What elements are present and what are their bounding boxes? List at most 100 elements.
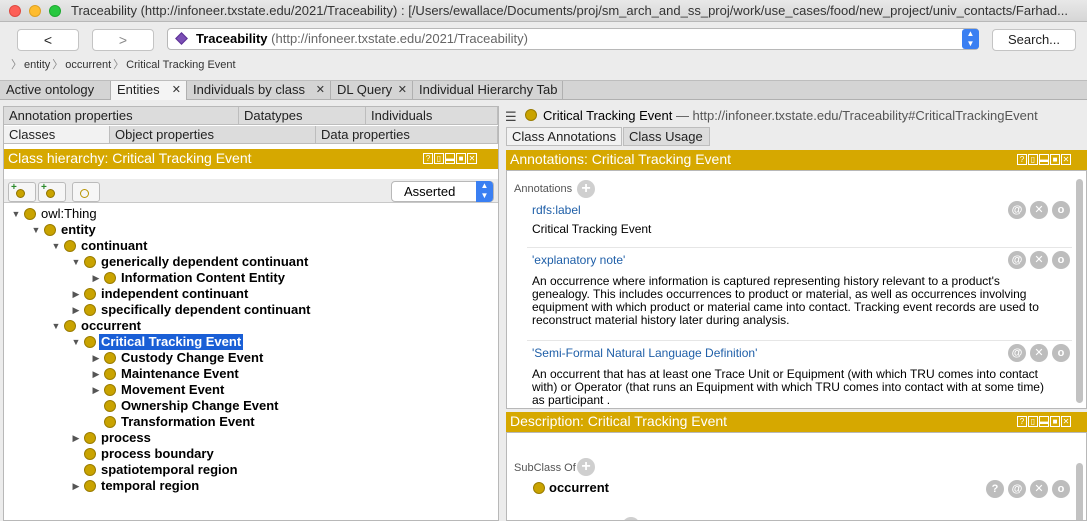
ontology-selector[interactable]: Traceability (http://infoneer.txstate.ed… xyxy=(167,28,979,50)
add-item-button[interactable]: + xyxy=(622,517,640,520)
annotate-icon[interactable]: @ xyxy=(1008,201,1026,219)
help-icon[interactable]: ? xyxy=(986,480,1004,498)
delete-icon[interactable]: ✕ xyxy=(1030,344,1048,362)
maximize-icon[interactable]: ■ xyxy=(1050,416,1060,427)
collapsed-triangle-icon[interactable]: ▶ xyxy=(90,350,102,366)
class-tree-node[interactable]: ▶ specifically dependent continuant xyxy=(70,302,490,318)
class-tree-node[interactable]: spatiotemporal region xyxy=(70,462,490,478)
subtab-data-properties[interactable]: Data properties xyxy=(316,126,498,144)
collapsed-triangle-icon[interactable]: ▶ xyxy=(70,430,82,446)
subtab-individuals[interactable]: Individuals xyxy=(366,107,498,125)
maximize-icon[interactable]: ■ xyxy=(1050,154,1060,165)
class-tree-node[interactable]: ▼ continuant xyxy=(50,238,490,254)
subtab-classes[interactable]: Classes xyxy=(4,126,110,144)
tab-class-annotations[interactable]: Class Annotations xyxy=(506,127,622,146)
edit-icon[interactable]: o xyxy=(1052,344,1070,362)
subtab-object-properties[interactable]: Object properties xyxy=(110,126,316,144)
breadcrumb-item[interactable]: entity xyxy=(24,59,50,71)
help-icon[interactable]: ? xyxy=(1017,416,1027,427)
collapsed-triangle-icon[interactable]: ▶ xyxy=(90,382,102,398)
close-view-icon[interactable]: ✕ xyxy=(467,153,477,164)
close-tab-icon[interactable]: ✕ xyxy=(172,81,181,99)
annotation-property[interactable]: rdfs:label xyxy=(532,203,581,217)
delete-icon[interactable]: ✕ xyxy=(1030,251,1048,269)
close-window-button[interactable] xyxy=(9,5,21,17)
annotation-property[interactable]: 'Semi-Formal Natural Language Definition… xyxy=(532,346,757,360)
collapsed-triangle-icon[interactable]: ▶ xyxy=(70,286,82,302)
class-tree-node[interactable]: ▼ generically dependent continuant xyxy=(70,254,490,270)
collapsed-triangle-icon[interactable]: ▶ xyxy=(70,302,82,318)
annotate-icon[interactable]: @ xyxy=(1008,251,1026,269)
collapsed-triangle-icon[interactable]: ▶ xyxy=(90,366,102,382)
subtab-annotation-properties[interactable]: Annotation properties xyxy=(4,107,239,125)
zoom-window-button[interactable] xyxy=(49,5,61,17)
minimize-icon[interactable]: ▬ xyxy=(1039,416,1049,427)
close-tab-icon[interactable]: ✕ xyxy=(316,81,325,99)
help-icon[interactable]: ? xyxy=(1017,154,1027,165)
expanded-triangle-icon[interactable]: ▼ xyxy=(50,238,62,254)
delete-class-button[interactable] xyxy=(72,182,100,202)
annotation-property[interactable]: 'explanatory note' xyxy=(532,253,625,267)
menu-icon[interactable]: ☰ xyxy=(505,109,517,125)
minimize-icon[interactable]: ▬ xyxy=(1039,154,1049,165)
expanded-triangle-icon[interactable]: ▼ xyxy=(30,222,42,238)
class-tree-node[interactable]: Transformation Event xyxy=(90,414,490,430)
class-tree-node[interactable]: ▶ Custody Change Event xyxy=(90,350,490,366)
tab-dl-query[interactable]: DL Query ✕ xyxy=(331,81,413,100)
ontology-dropdown-icon[interactable]: ▲ ▼ xyxy=(962,29,979,49)
class-tree-node[interactable]: ▶ Information Content Entity xyxy=(90,270,490,286)
search-button[interactable]: Search... xyxy=(992,29,1076,51)
annotations-scrollbar[interactable] xyxy=(1076,179,1083,403)
tab-active-ontology[interactable]: Active ontology xyxy=(0,81,111,100)
class-tree-node[interactable]: ▶ independent continuant xyxy=(70,286,490,302)
expanded-triangle-icon[interactable]: ▼ xyxy=(70,334,82,350)
collapsed-triangle-icon[interactable]: ▶ xyxy=(70,478,82,494)
edit-icon[interactable]: o xyxy=(1052,201,1070,219)
subtab-datatypes[interactable]: Datatypes xyxy=(239,107,366,125)
tab-individual-hierarchy-tab[interactable]: Individual Hierarchy Tab xyxy=(413,81,563,100)
minimize-window-button[interactable] xyxy=(29,5,41,17)
annotate-icon[interactable]: @ xyxy=(1008,344,1026,362)
close-tab-icon[interactable]: ✕ xyxy=(398,81,407,99)
delete-icon[interactable]: ✕ xyxy=(1030,201,1048,219)
class-tree-node[interactable]: ▼ Critical Tracking Event xyxy=(70,333,490,351)
maximize-icon[interactable]: ■ xyxy=(456,153,466,164)
annotate-icon[interactable]: @ xyxy=(1008,480,1026,498)
class-tree-node[interactable]: Ownership Change Event xyxy=(90,398,490,414)
add-superclass-button[interactable]: + xyxy=(577,458,595,476)
class-tree-node[interactable]: ▶ temporal region xyxy=(70,478,490,494)
minimize-icon[interactable]: ▬ xyxy=(445,153,455,164)
class-tree-node[interactable]: ▼ owl:Thing xyxy=(10,206,490,222)
class-tree-node[interactable]: ▼ occurrent xyxy=(50,318,490,334)
tab-entities[interactable]: Entities ✕ xyxy=(111,81,187,100)
breadcrumb-item[interactable]: Critical Tracking Event xyxy=(126,59,235,71)
description-scrollbar[interactable] xyxy=(1076,463,1083,520)
close-view-icon[interactable]: ✕ xyxy=(1061,154,1071,165)
class-tree-node[interactable]: ▶ Movement Event xyxy=(90,382,490,398)
class-tree-node[interactable]: ▼ entity xyxy=(30,222,490,238)
class-tree-node[interactable]: ▶ Maintenance Event xyxy=(90,366,490,382)
breadcrumb-item[interactable]: occurrent xyxy=(65,59,111,71)
add-subclass-button[interactable]: + xyxy=(8,182,36,202)
collapsed-triangle-icon[interactable]: ▶ xyxy=(90,270,102,286)
add-annotation-button[interactable]: + xyxy=(577,180,595,198)
add-sibling-button[interactable]: + xyxy=(38,182,66,202)
delete-icon[interactable]: ✕ xyxy=(1030,480,1048,498)
tab-individuals-by-class[interactable]: Individuals by class ✕ xyxy=(187,81,331,100)
close-view-icon[interactable]: ✕ xyxy=(1061,416,1071,427)
forward-button[interactable]: > xyxy=(92,29,154,51)
expanded-triangle-icon[interactable]: ▼ xyxy=(50,318,62,334)
expanded-triangle-icon[interactable]: ▼ xyxy=(10,206,22,222)
split-icon[interactable]: ▯ xyxy=(1028,416,1038,427)
tab-class-usage[interactable]: Class Usage xyxy=(623,127,710,146)
hierarchy-mode-select[interactable]: Asserted ▲ ▼ xyxy=(391,181,494,202)
class-tree-node[interactable]: process boundary xyxy=(70,446,490,462)
split-icon[interactable]: ▯ xyxy=(1028,154,1038,165)
split-icon[interactable]: ▯ xyxy=(434,153,444,164)
edit-icon[interactable]: o xyxy=(1052,251,1070,269)
class-tree-node[interactable]: ▶ process xyxy=(70,430,490,446)
back-button[interactable]: < xyxy=(17,29,79,51)
edit-icon[interactable]: o xyxy=(1052,480,1070,498)
expanded-triangle-icon[interactable]: ▼ xyxy=(70,254,82,270)
help-icon[interactable]: ? xyxy=(423,153,433,164)
